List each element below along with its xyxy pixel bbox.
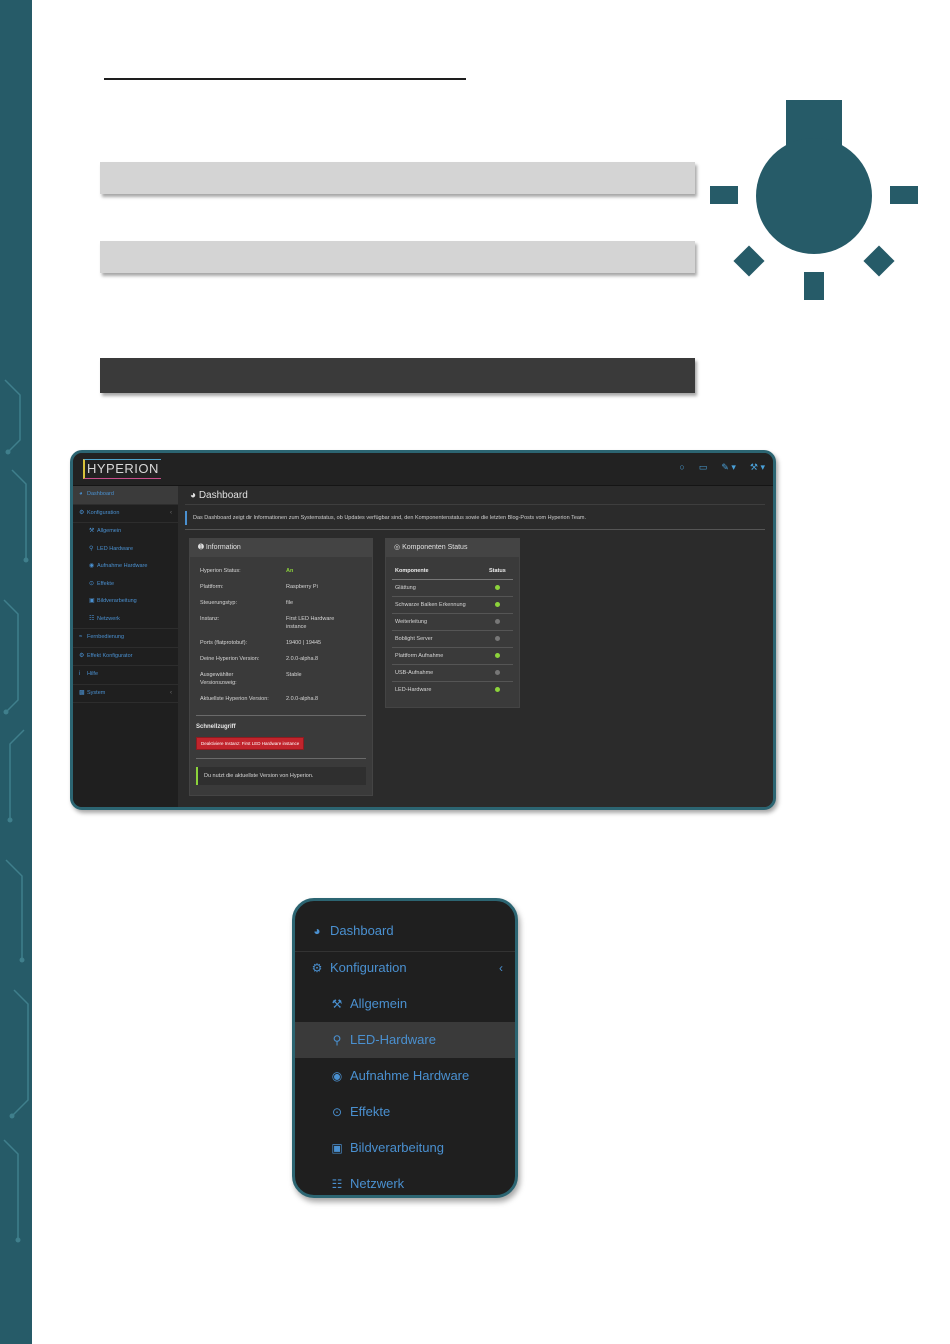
main-content: ◕ Dashboard Das Dashboard zeigt dir Info…: [179, 486, 773, 807]
sidebar-item-hilfe[interactable]: i Hilfe: [73, 666, 178, 685]
status-on-icon: [494, 585, 500, 591]
network-icon: ☷: [331, 1177, 343, 1191]
cogs-icon: ⚙: [79, 652, 85, 659]
table-header: Komponente Status: [392, 563, 513, 580]
zoom-item-effekte[interactable]: ⊙ Effekte: [295, 1094, 515, 1130]
table-row: Glättung: [392, 580, 513, 597]
table-row: LED-Hardware: [392, 682, 513, 698]
status-on-icon: [494, 602, 500, 608]
page-title: ◕ Dashboard: [190, 490, 248, 501]
camera-icon: ◉: [89, 563, 95, 569]
bulb-icon: ⚲: [89, 545, 94, 552]
placeholder-bar-2: [100, 241, 695, 273]
chevron-left-icon: ‹: [499, 961, 503, 975]
monitor-icon[interactable]: ▭: [699, 462, 708, 476]
info-circle-icon: ➊: [198, 544, 206, 551]
image-icon: ▣: [331, 1141, 343, 1155]
version-note: Du nutzt die aktuellste Version von Hype…: [196, 767, 366, 785]
zoomed-sidebar: ◕ Dashboard ⚙ Konfiguration ‹ ⚒ Allgemein ⚲ L…: [292, 898, 518, 1198]
table-row: USB-Aufnahme: [392, 665, 513, 682]
bulb-icon: ⚲: [332, 1033, 342, 1047]
lightbulb-icon: [710, 100, 918, 300]
placeholder-bar-1: [100, 162, 695, 194]
components-table: Komponente Status Glättung Schwarze Balke…: [392, 563, 513, 698]
wrench-icon: ⚒: [89, 528, 95, 534]
status-off-icon: [494, 636, 500, 642]
camera-icon: ◉: [331, 1069, 343, 1083]
status-off-icon: [494, 619, 500, 625]
chevron-left-icon: ‹: [170, 689, 172, 696]
dashboard-description: Das Dashboard zeigt dir Informationen zu…: [185, 511, 765, 525]
image-icon: ▣: [89, 598, 95, 604]
spinner-icon: ⊙: [89, 580, 95, 587]
sidebar-item-led-hardware[interactable]: ⚲ LED Hardware: [73, 541, 178, 559]
components-panel-header: ◎ Komponenten Status: [386, 539, 519, 557]
eye-icon: ◎: [394, 544, 403, 551]
divider: [185, 504, 765, 505]
zoom-item-led-hardware[interactable]: ⚲ LED-Hardware: [295, 1022, 515, 1058]
info-icon: i: [79, 671, 81, 677]
table-row: Weiterleitung: [392, 614, 513, 631]
sidebar-item-bildverarbeitung[interactable]: ▣ Bildverarbeitung: [73, 593, 178, 611]
sidebar-item-dashboard[interactable]: ◕ Dashboard: [73, 486, 178, 505]
chart-icon: ▩: [79, 689, 85, 696]
dashboard-icon: ◕: [313, 924, 321, 938]
status-on-icon: [494, 653, 500, 659]
quick-access-title: Schnellzugriff: [196, 724, 236, 730]
sidebar-item-fernbedienung[interactable]: ≈ Fernbedienung: [73, 629, 178, 648]
wrench-icon[interactable]: ⚒ ▾: [750, 462, 765, 476]
decorative-circuit-strip: [0, 0, 32, 1344]
divider: [196, 715, 366, 716]
zoom-item-bildverarbeitung[interactable]: ▣ Bildverarbeitung: [295, 1130, 515, 1166]
zoom-item-konfiguration[interactable]: ⚙ Konfiguration ‹: [295, 950, 515, 986]
sidebar-item-aufnahme-hardware[interactable]: ◉ Aufnahme Hardware: [73, 558, 178, 576]
status-off-icon: [494, 670, 500, 676]
hyperion-dashboard-screenshot: HYPERION ○ ▭ ✎ ▾ ⚒ ▾ ◕ Dashboard ⚙ Konfigu…: [70, 450, 776, 810]
divider: [196, 758, 366, 759]
placeholder-bar-dark: [100, 358, 695, 393]
sidebar-item-system[interactable]: ▩ System ‹: [73, 685, 178, 703]
dashboard-icon: ◕: [190, 490, 199, 501]
zoom-item-allgemein[interactable]: ⚒ Allgemein: [295, 986, 515, 1022]
status-on-icon: [494, 687, 500, 693]
information-panel: ➊ Information Hyperion Status: An Plattfo…: [189, 538, 373, 796]
dashboard-icon: ◕: [79, 491, 83, 497]
brush-icon[interactable]: ✎ ▾: [721, 462, 736, 476]
chevron-left-icon: ‹: [170, 509, 172, 516]
top-navbar: HYPERION ○ ▭ ✎ ▾ ⚒ ▾: [73, 453, 773, 486]
gear-icon: ⚙: [79, 509, 85, 516]
gear-icon: ⚙: [311, 961, 323, 975]
sidebar-item-allgemein[interactable]: ⚒ Allgemein: [73, 523, 178, 541]
zoom-item-aufnahme-hardware[interactable]: ◉ Aufnahme Hardware: [295, 1058, 515, 1094]
table-row: Plattform Aufnahme: [392, 648, 513, 665]
wifi-icon: ≈: [79, 634, 83, 640]
hyperion-logo: HYPERION: [83, 459, 161, 479]
sidebar-item-konfiguration[interactable]: ⚙ Konfiguration ‹: [73, 505, 178, 523]
zoom-item-netzwerk[interactable]: ☷ Netzwerk: [295, 1166, 515, 1195]
title-underline: [104, 78, 466, 80]
deactivate-instance-button[interactable]: Deaktiviere Instanz: First LED Hardware …: [196, 737, 305, 750]
sidebar-item-netzwerk[interactable]: ☷ Netzwerk: [73, 611, 178, 629]
circuit-pattern-icon: [3, 379, 29, 1243]
network-icon: ☷: [89, 615, 95, 622]
components-panel: ◎ Komponenten Status Komponente Status Gl…: [385, 538, 520, 708]
sidebar: ◕ Dashboard ⚙ Konfiguration ‹ ⚒ Allgemein ⚲ L…: [73, 486, 178, 807]
power-icon[interactable]: ○: [679, 462, 684, 476]
table-row: Schwarze Balken Erkennung: [392, 597, 513, 614]
wrench-icon: ⚒: [331, 997, 343, 1011]
spinner-icon: ⊙: [331, 1105, 343, 1119]
sidebar-item-effekt-konfigurator[interactable]: ⚙ Effekt Konfigurator: [73, 648, 178, 666]
divider: [185, 529, 765, 530]
information-panel-header: ➊ Information: [190, 539, 372, 557]
table-row: Boblight Server: [392, 631, 513, 648]
top-icon-group: ○ ▭ ✎ ▾ ⚒ ▾: [679, 462, 765, 476]
zoom-item-dashboard[interactable]: ◕ Dashboard: [295, 913, 515, 949]
sidebar-item-effekte[interactable]: ⊙ Effekte: [73, 576, 178, 594]
